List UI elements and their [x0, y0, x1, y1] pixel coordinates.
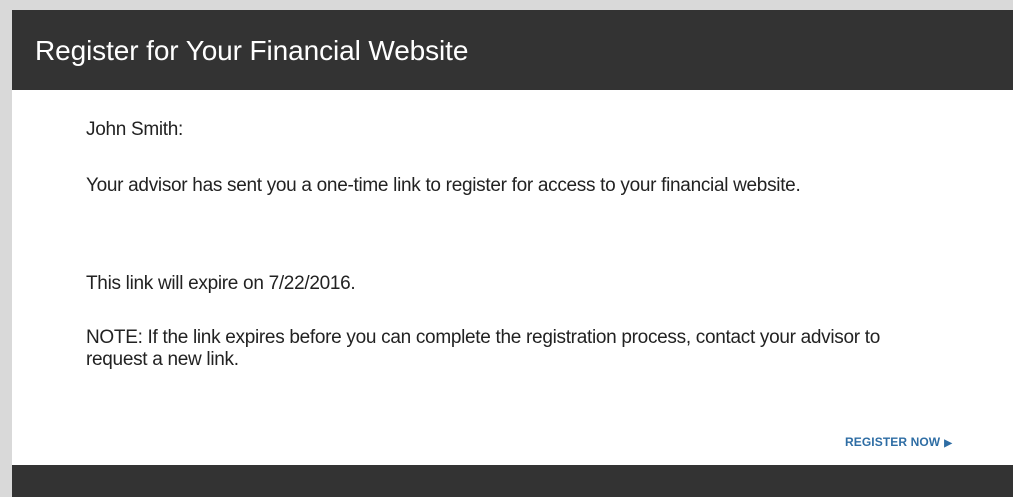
play-arrow-icon: ▶ [944, 438, 952, 449]
expiration-text: This link will expire on 7/22/2016. [86, 273, 356, 294]
page-title: Register for Your Financial Website [35, 35, 469, 66]
header-bar: Register for Your Financial Website [12, 10, 1013, 90]
note-text: NOTE: If the link expires before you can… [86, 327, 881, 370]
register-now-link[interactable]: REGISTER NOW ▶ [845, 435, 952, 449]
greeting-text: John Smith: [86, 119, 184, 140]
message-body: John Smith: Your advisor has sent you a … [12, 90, 1013, 465]
invitation-text: Your advisor has sent you a one-time lin… [86, 175, 801, 196]
register-now-label: REGISTER NOW [845, 435, 941, 449]
registration-card: Register for Your Financial Website John… [12, 10, 1013, 497]
footer-bar [12, 465, 1013, 497]
